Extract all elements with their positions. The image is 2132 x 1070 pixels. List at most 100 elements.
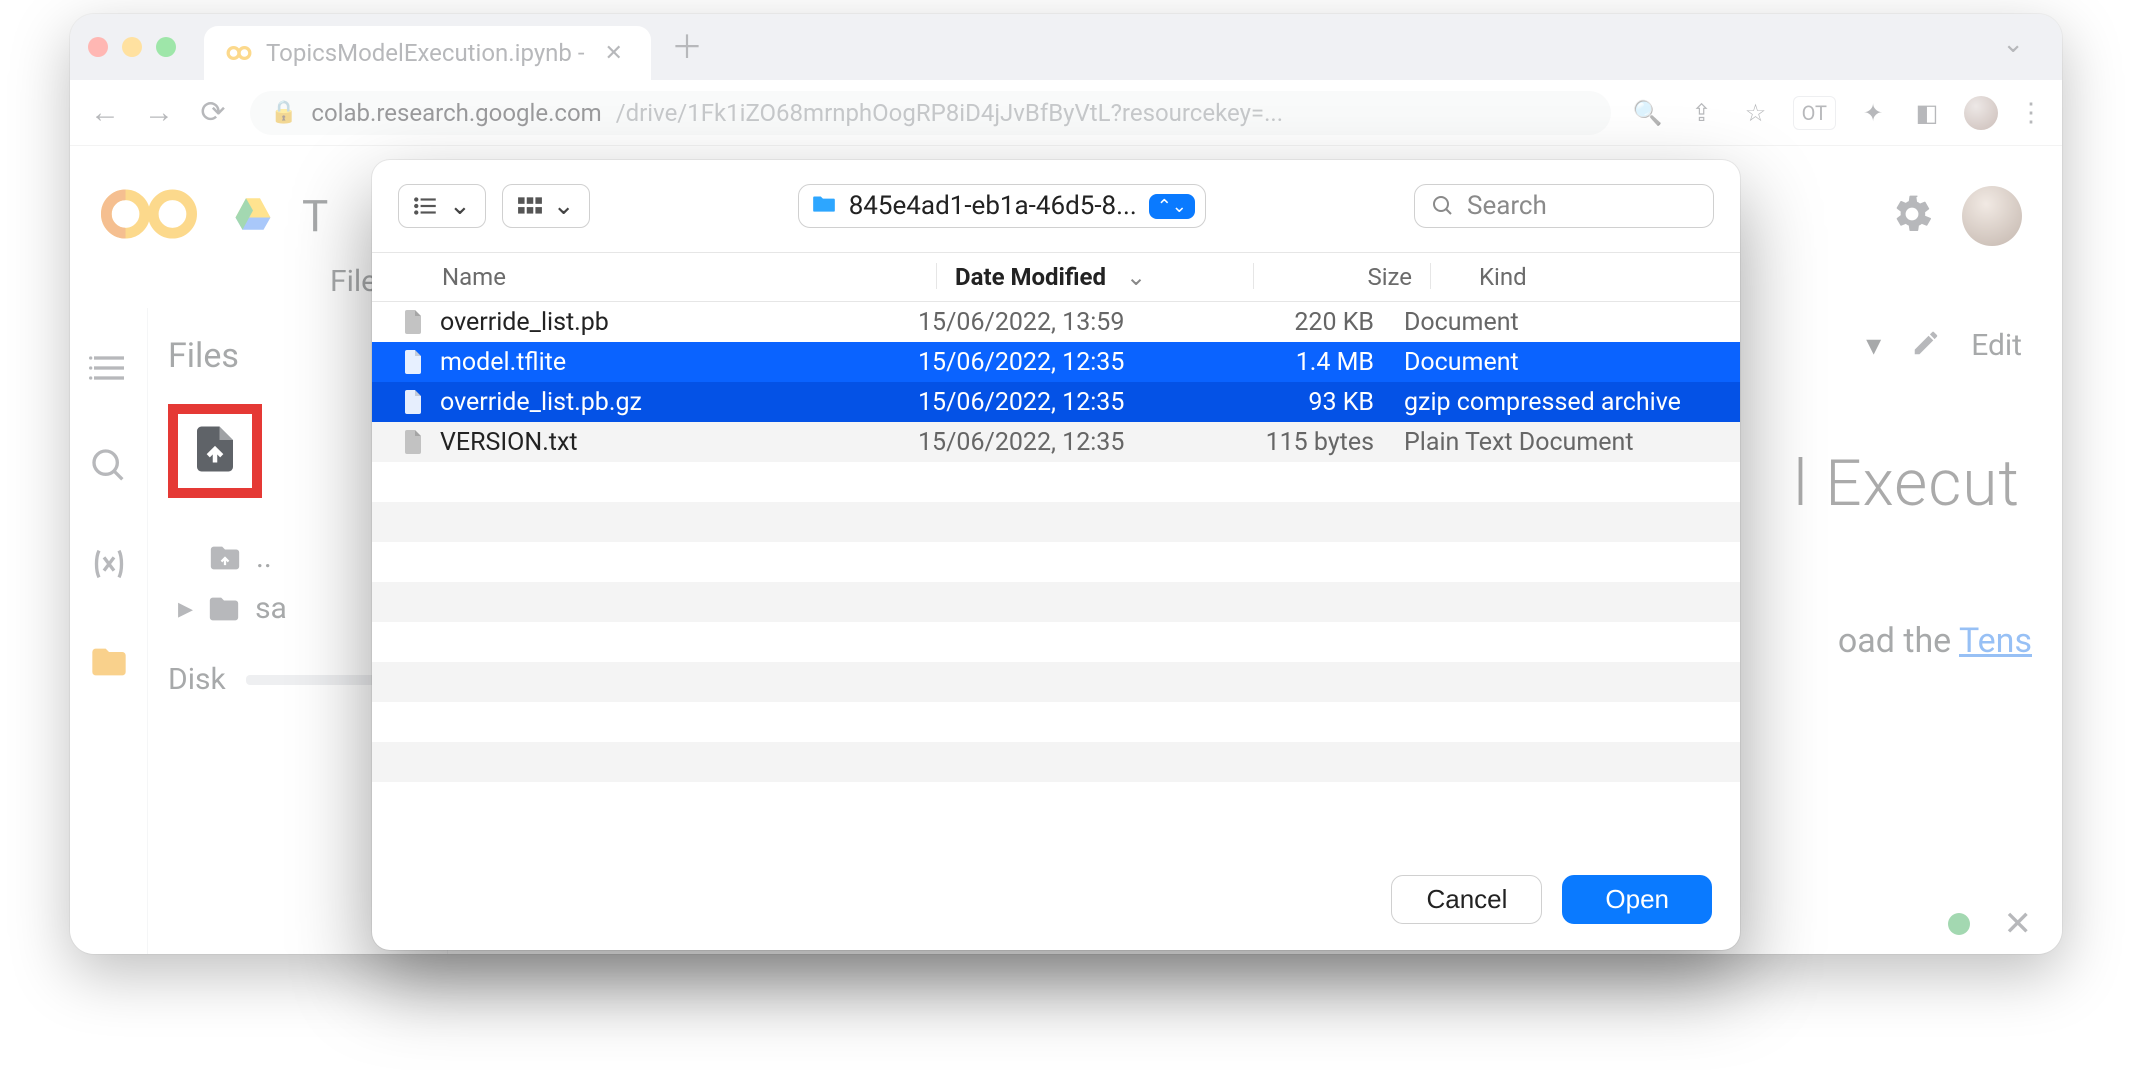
tree-sample-label: sa bbox=[255, 591, 287, 626]
dialog-buttons: Cancel Open bbox=[372, 855, 1740, 950]
search-icon[interactable] bbox=[89, 446, 129, 490]
file-size: 93 KB bbox=[1198, 388, 1374, 417]
view-list-button[interactable]: ⌄ bbox=[398, 184, 486, 228]
file-list: override_list.pb 15/06/2022, 13:59220 KBD… bbox=[372, 302, 1740, 855]
tensorflow-link[interactable]: Tens bbox=[1959, 621, 2032, 661]
share-icon[interactable]: ⇪ bbox=[1685, 99, 1719, 127]
file-size: 1.4 MB bbox=[1198, 348, 1374, 377]
file-name: override_list.pb bbox=[440, 308, 609, 337]
user-avatar-icon[interactable] bbox=[1962, 186, 2022, 246]
file-kind: Document bbox=[1374, 348, 1714, 377]
address-bar[interactable]: 🔒 colab.research.google.com/drive/1Fk1iZ… bbox=[250, 91, 1611, 135]
search-placeholder: Search bbox=[1467, 191, 1547, 221]
tab-strip: TopicsModelExecution.ipynb - ✕ ＋ ⌄ bbox=[70, 14, 2062, 80]
file-row[interactable]: override_list.pb.gz15/06/2022, 12:3593 K… bbox=[372, 382, 1740, 422]
cancel-button[interactable]: Cancel bbox=[1391, 875, 1542, 924]
files-icon[interactable] bbox=[89, 642, 129, 686]
file-kind: Document bbox=[1374, 308, 1714, 337]
chevron-down-icon: ⌄ bbox=[553, 191, 575, 221]
upload-button-highlight bbox=[168, 404, 262, 498]
file-kind: gzip compressed archive bbox=[1374, 388, 1714, 417]
col-size[interactable]: Size bbox=[1272, 263, 1412, 291]
file-row[interactable]: override_list.pb 15/06/2022, 13:59220 KBD… bbox=[372, 302, 1740, 342]
file-row[interactable]: model.tflite 15/06/2022, 12:351.4 MBDocum… bbox=[372, 342, 1740, 382]
chevron-right-icon: ▸ bbox=[178, 591, 193, 626]
empty-row bbox=[372, 582, 1740, 622]
file-name: override_list.pb.gz bbox=[440, 388, 642, 417]
tabs-dropdown-icon[interactable]: ⌄ bbox=[1982, 29, 2044, 65]
empty-row bbox=[372, 742, 1740, 782]
back-button[interactable]: ← bbox=[88, 95, 122, 130]
colab-logo-icon[interactable] bbox=[94, 182, 204, 250]
variables-icon[interactable] bbox=[89, 544, 129, 588]
left-rail bbox=[70, 308, 148, 954]
browser-menu-icon[interactable]: ⋮ bbox=[2018, 98, 2044, 128]
extensions-icon[interactable]: ✦ bbox=[1856, 99, 1890, 127]
file-icon bbox=[398, 310, 428, 334]
fullscreen-window-icon[interactable] bbox=[156, 37, 176, 57]
bookmark-star-icon[interactable]: ☆ bbox=[1739, 99, 1773, 127]
url-path: /drive/1Fk1iZO68mrnphOogRP8iD4jJvBfByVtL… bbox=[616, 99, 1283, 127]
file-date: 15/06/2022, 13:59 bbox=[918, 308, 1198, 337]
browser-toolbar: ← → ⟳ 🔒 colab.research.google.com/drive/… bbox=[70, 80, 2062, 146]
file-size: 220 KB bbox=[1198, 308, 1374, 337]
file-row[interactable]: VERSION.txt15/06/2022, 12:35115 bytesPla… bbox=[372, 422, 1740, 462]
disk-label: Disk bbox=[168, 662, 226, 697]
browser-tab[interactable]: TopicsModelExecution.ipynb - ✕ bbox=[204, 26, 651, 80]
notebook-status-bar: ✕ bbox=[1948, 904, 2033, 944]
col-date-modified[interactable]: Date Modified ⌄ bbox=[955, 263, 1235, 291]
folder-stepper-icon[interactable]: ⌃⌄ bbox=[1149, 194, 1195, 219]
empty-row bbox=[372, 702, 1740, 742]
file-date: 15/06/2022, 12:35 bbox=[918, 348, 1198, 377]
file-kind: Plain Text Document bbox=[1374, 428, 1714, 457]
paragraph-text: oad the bbox=[1838, 621, 1959, 661]
file-icon bbox=[398, 350, 428, 374]
reload-button[interactable]: ⟳ bbox=[196, 95, 230, 130]
settings-gear-icon[interactable] bbox=[1890, 192, 1934, 240]
close-panel-icon[interactable]: ✕ bbox=[2004, 904, 2033, 944]
menu-file[interactable]: File bbox=[330, 264, 377, 308]
tab-title: TopicsModelExecution.ipynb - bbox=[266, 39, 585, 67]
empty-row bbox=[372, 662, 1740, 702]
cell-dropdown-icon[interactable]: ▾ bbox=[1866, 328, 1881, 366]
empty-row bbox=[372, 502, 1740, 542]
view-grid-button[interactable]: ⌄ bbox=[502, 184, 590, 228]
zoom-icon[interactable]: 🔍 bbox=[1631, 99, 1665, 127]
column-headers: Name Date Modified ⌄ Size Kind bbox=[372, 252, 1740, 302]
upload-file-icon[interactable] bbox=[188, 422, 242, 480]
open-button[interactable]: Open bbox=[1562, 875, 1712, 924]
toc-icon[interactable] bbox=[89, 348, 129, 392]
colab-favicon-icon bbox=[226, 40, 252, 66]
col-kind[interactable]: Kind bbox=[1449, 263, 1714, 291]
folder-icon bbox=[811, 191, 837, 221]
search-field[interactable]: Search bbox=[1414, 184, 1714, 228]
empty-row bbox=[372, 542, 1740, 582]
col-name[interactable]: Name bbox=[398, 263, 918, 291]
chevron-down-icon: ⌄ bbox=[449, 191, 471, 221]
window-controls bbox=[88, 14, 204, 80]
folder-name: 845e4ad1-eb1a-46d5-8... bbox=[849, 191, 1137, 221]
minimize-window-icon[interactable] bbox=[122, 37, 142, 57]
profile-avatar-icon[interactable] bbox=[1964, 96, 1998, 130]
edit-label[interactable]: Edit bbox=[1971, 328, 2022, 366]
new-tab-button[interactable]: ＋ bbox=[671, 22, 703, 72]
file-icon bbox=[398, 390, 428, 414]
url-host: colab.research.google.com bbox=[311, 99, 601, 127]
empty-row bbox=[372, 782, 1740, 822]
forward-button[interactable]: → bbox=[142, 95, 176, 130]
file-icon bbox=[398, 430, 428, 454]
tab-close-icon[interactable]: ✕ bbox=[599, 41, 629, 66]
empty-row bbox=[372, 622, 1740, 662]
sort-descending-icon: ⌄ bbox=[1126, 263, 1146, 291]
profile-chip[interactable]: OT bbox=[1793, 96, 1836, 130]
file-date: 15/06/2022, 12:35 bbox=[918, 428, 1198, 457]
edit-pencil-icon[interactable] bbox=[1911, 328, 1941, 366]
empty-row bbox=[372, 462, 1740, 502]
file-name: model.tflite bbox=[440, 348, 566, 377]
lock-icon: 🔒 bbox=[270, 100, 297, 125]
folder-selector[interactable]: 845e4ad1-eb1a-46d5-8... ⌃⌄ bbox=[798, 184, 1206, 228]
notebook-title-fragment: T bbox=[302, 190, 328, 242]
side-panel-icon[interactable]: ◧ bbox=[1910, 99, 1944, 127]
close-window-icon[interactable] bbox=[88, 37, 108, 57]
kernel-status-icon bbox=[1948, 913, 1970, 935]
